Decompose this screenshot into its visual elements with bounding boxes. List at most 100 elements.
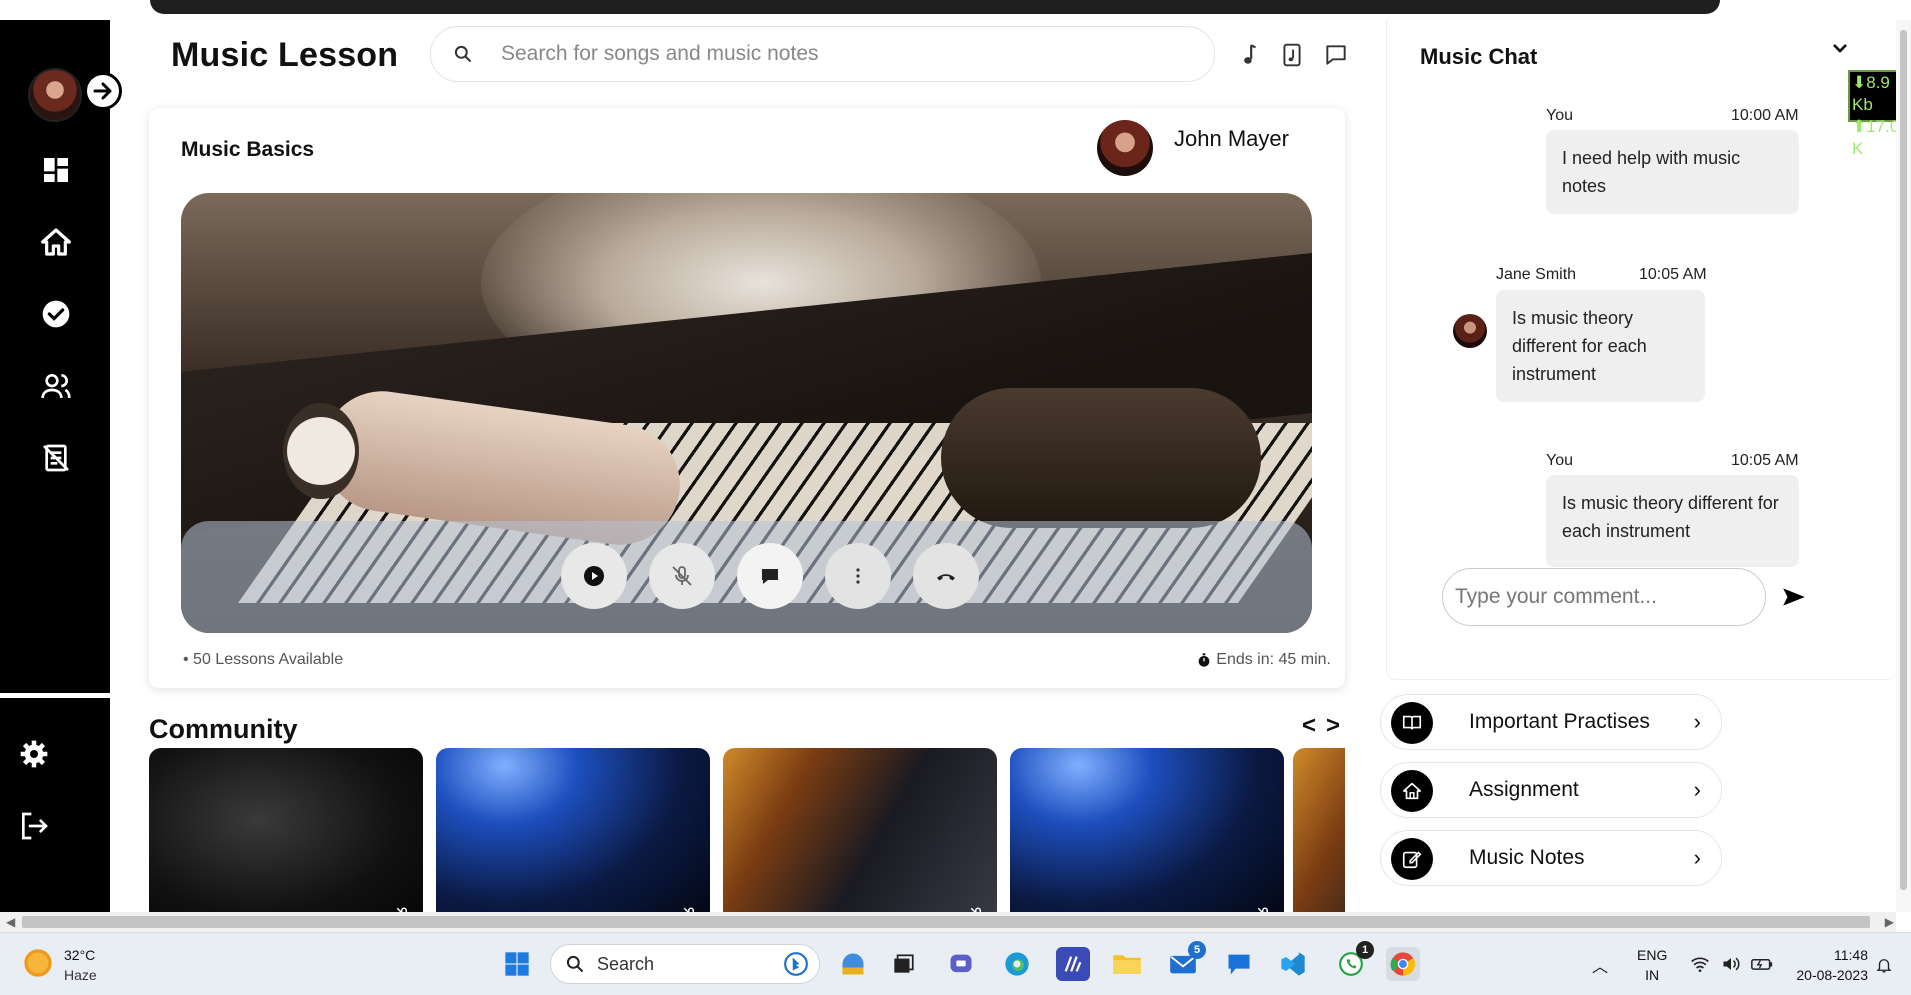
chat-message: I need help with music notes [1546, 130, 1799, 214]
vscode-icon[interactable] [1276, 947, 1310, 981]
browser-tab-bar [150, 0, 1720, 14]
notification-bell-icon[interactable] [1875, 955, 1893, 980]
quick-link-assignment[interactable]: Assignment › [1380, 762, 1722, 818]
home-icon[interactable] [40, 226, 72, 258]
clock-time: 11:48 [1834, 947, 1868, 963]
lesson-card: Music Basics John Mayer • 50 Lessons Ava… [149, 108, 1345, 688]
chat-panel: Music Chat You 10:00 AM I need help with… [1386, 20, 1896, 680]
mail-icon[interactable]: 5 [1166, 941, 1206, 981]
taskbar-search-label: Search [597, 953, 655, 974]
language-indicator[interactable]: ENG IN [1637, 945, 1667, 985]
chat-message: Is music theory different for each instr… [1496, 290, 1705, 402]
message-time: 10:00 AM [1731, 107, 1799, 124]
quick-link-important-practises[interactable]: Important Practises › [1380, 694, 1722, 750]
dashboard-icon[interactable] [40, 154, 72, 186]
community-nav: < > [1302, 712, 1340, 740]
lang-top: ENG [1637, 947, 1668, 963]
vertical-scrollbar[interactable] [1896, 20, 1911, 912]
play-button[interactable] [561, 543, 627, 609]
jane-avatar [1453, 314, 1487, 348]
ends-in-text: Ends in: 45 min. [1216, 651, 1331, 668]
quick-link-label: Assignment [1469, 778, 1579, 801]
comment-input[interactable] [1442, 568, 1766, 626]
message-author: You [1546, 107, 1573, 124]
users-icon[interactable] [40, 370, 72, 402]
music-file-icon[interactable] [1279, 42, 1305, 68]
horizontal-scroll-thumb[interactable] [22, 916, 1870, 928]
community-next-button[interactable]: > [1326, 712, 1340, 740]
lesson-title: Music Basics [181, 138, 315, 161]
video-controls-bar [181, 521, 1312, 633]
photos-pre-icon[interactable] [836, 947, 870, 981]
tray-icons[interactable] [1690, 955, 1773, 978]
end-call-button[interactable] [913, 543, 979, 609]
community-prev-button[interactable]: < [1302, 712, 1316, 740]
chat-message: Is music theory different for each instr… [1546, 475, 1799, 567]
lesson-video[interactable] [181, 193, 1312, 633]
book-icon [1391, 702, 1433, 744]
edge-icon[interactable] [1000, 947, 1034, 981]
search-icon [454, 45, 472, 63]
sidebar-divider [0, 693, 110, 698]
taskbar: 32°C Haze Search 5 1 ︿ ENG IN 11:48 20-0… [0, 932, 1911, 995]
more-icon [856, 568, 860, 584]
wifi-icon [1691, 957, 1709, 972]
community-item[interactable] [149, 748, 423, 912]
teacher-avatar [1097, 120, 1153, 176]
search-input[interactable] [501, 42, 1181, 66]
wrist-watch [283, 403, 359, 499]
community-item[interactable] [723, 748, 997, 912]
chevron-right-icon: › [1693, 845, 1701, 870]
mute-button[interactable] [649, 543, 715, 609]
clock[interactable]: 11:48 20-08-2023 [1788, 945, 1868, 985]
more-options-button[interactable] [825, 543, 891, 609]
teacher-name: John Mayer [1174, 126, 1289, 151]
scroll-left-arrow[interactable]: ◀ [6, 915, 15, 929]
chevron-down-icon[interactable] [1832, 42, 1848, 54]
browser-top-strip [0, 0, 1911, 20]
community-title: Community [149, 714, 298, 744]
home-icon [1391, 770, 1433, 812]
community-item[interactable] [1010, 748, 1284, 912]
send-icon[interactable] [1781, 586, 1807, 608]
check-circle-icon[interactable] [40, 298, 72, 330]
whatsapp-badge: 1 [1356, 941, 1374, 959]
chrome-icon[interactable] [1386, 947, 1420, 981]
expand-sidebar-button[interactable] [84, 72, 122, 110]
vertical-scroll-thumb[interactable] [1900, 30, 1907, 890]
logout-icon[interactable] [18, 810, 50, 842]
notes-off-icon[interactable] [40, 442, 72, 474]
lesson-timer: Ends in: 45 min. [1196, 651, 1331, 669]
user-avatar[interactable] [28, 68, 82, 122]
search-icon [566, 955, 584, 973]
weather-icon[interactable] [22, 947, 54, 979]
file-explorer-icon[interactable] [1110, 947, 1144, 981]
taskbar-search[interactable]: Search [550, 944, 820, 984]
task-view-icon[interactable] [886, 947, 920, 981]
scroll-right-arrow[interactable]: ▶ [1885, 915, 1894, 929]
horizontal-scrollbar[interactable]: ◀ ▶ [0, 912, 1896, 932]
lessons-available-text: 50 Lessons Available [193, 651, 344, 668]
chat-toggle-button[interactable] [737, 543, 803, 609]
lessons-available: • 50 Lessons Available [183, 651, 344, 668]
whatsapp-icon[interactable]: 1 [1334, 941, 1374, 981]
chevron-right-icon: › [1693, 709, 1701, 734]
tray-overflow-icon[interactable]: ︿ [1592, 953, 1608, 977]
community-item[interactable] [436, 748, 710, 912]
settings-icon[interactable] [18, 738, 50, 770]
quick-link-music-notes[interactable]: Music Notes › [1380, 830, 1722, 886]
chat-bubble-icon [762, 569, 778, 584]
teams-chat-icon[interactable] [944, 947, 978, 981]
chat-icon[interactable] [1323, 42, 1349, 68]
music-note-icon[interactable] [1236, 42, 1262, 68]
search-bar[interactable] [430, 26, 1215, 82]
edit-icon [1391, 838, 1433, 880]
message-author: Jane Smith [1496, 266, 1577, 283]
lang-bottom: IN [1645, 967, 1660, 983]
pen-app-icon[interactable] [1056, 947, 1090, 981]
remote-desktop-icon[interactable] [1222, 947, 1256, 981]
windows-start-icon[interactable] [500, 947, 534, 981]
weather-desc: Haze [64, 967, 97, 983]
community-item[interactable] [1293, 748, 1345, 912]
chat-title: Music Chat [1420, 44, 1538, 69]
